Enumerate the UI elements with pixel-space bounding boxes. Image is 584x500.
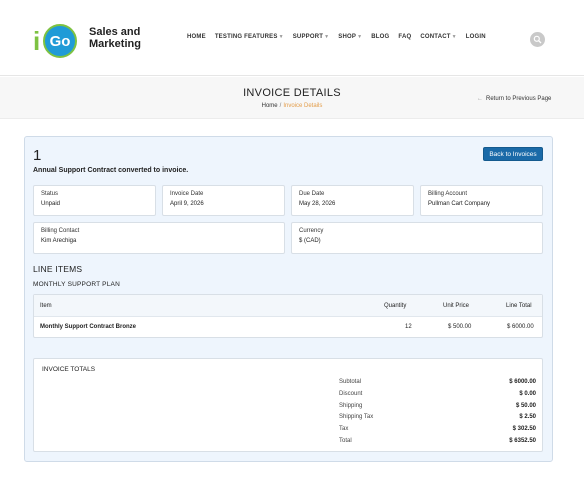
site-header: i Go Sales and Marketing HOME TESTING FE…	[0, 0, 584, 76]
nav-item-label: BLOG	[371, 34, 390, 40]
totals-row-total: Total $ 6352.50	[339, 438, 536, 449]
chevron-down-icon: ▼	[357, 34, 363, 40]
totals-value: $ 6000.00	[509, 379, 536, 385]
nav-item-support[interactable]: SUPPORT▼	[293, 34, 330, 40]
nav-item-label: HOME	[187, 34, 206, 40]
totals-row-shipping-tax: Shipping Tax $ 2.50	[339, 414, 536, 425]
return-to-previous-label: Return to Previous Page	[486, 96, 552, 102]
logo-line-2: Marketing	[89, 38, 141, 50]
arrow-left-icon: ←	[477, 96, 483, 102]
totals-value: $ 0.00	[519, 391, 536, 397]
logo-badge: Go	[43, 24, 77, 58]
invoice-totals-card: INVOICE TOTALS Subtotal $ 6000.00 Discou…	[33, 358, 543, 452]
status-label: Status	[41, 191, 59, 197]
logo-wordmark: Sales and Marketing	[89, 26, 141, 50]
billing-contact-card: Billing Contact Kim Arechiga	[33, 222, 285, 254]
status-card: Status Unpaid	[33, 185, 156, 216]
logo-letter: i	[33, 26, 41, 56]
chevron-down-icon: ▼	[278, 34, 284, 40]
billing-account-value: Pullman Cart Company	[428, 201, 491, 207]
totals-row-subtotal: Subtotal $ 6000.00	[339, 379, 536, 390]
search-button[interactable]	[530, 32, 545, 47]
nav-item-label: CONTACT	[420, 34, 451, 40]
nav-item-home[interactable]: HOME	[187, 34, 206, 40]
row-unit-price: $ 500.00	[448, 324, 472, 330]
nav-item-label: SUPPORT	[292, 34, 324, 40]
invoice-date-card: Invoice Date April 9, 2026	[162, 185, 285, 216]
due-date-card: Due Date May 28, 2026	[291, 185, 414, 216]
chevron-down-icon: ▼	[324, 34, 330, 40]
currency-value: $ (CAD)	[299, 238, 321, 244]
breadcrumb-current: Invoice Details	[283, 103, 323, 109]
billing-account-label: Billing Account	[428, 191, 468, 197]
totals-row-tax: Tax $ 302.50	[339, 426, 536, 437]
currency-card: Currency $ (CAD)	[291, 222, 543, 254]
row-item: Monthly Support Contract Bronze	[40, 324, 136, 330]
search-icon	[533, 35, 542, 44]
totals-label: Shipping Tax	[339, 414, 374, 420]
chevron-down-icon: ▼	[451, 34, 457, 40]
breadcrumb-home[interactable]: Home	[262, 103, 278, 109]
site-logo[interactable]: i Go Sales and Marketing	[33, 22, 153, 62]
nav-item-label: TESTING FEATURES	[214, 34, 278, 40]
logo-go-text: Go	[49, 32, 71, 50]
due-date-label: Due Date	[299, 191, 325, 197]
logo-line-1: Sales and	[89, 26, 141, 38]
invoice-description: Annual Support Contract converted to inv…	[33, 167, 189, 174]
invoice-number: 1	[33, 147, 42, 164]
totals-row-discount: Discount $ 0.00	[339, 391, 536, 402]
column-header-line-total: Line Total	[506, 302, 532, 309]
billing-account-card: Billing Account Pullman Cart Company	[420, 185, 543, 216]
invoice-date-label: Invoice Date	[170, 191, 204, 197]
invoice-date-value: April 9, 2026	[170, 201, 204, 207]
totals-label: Tax	[339, 426, 349, 432]
row-quantity: 12	[405, 324, 412, 330]
totals-row-shipping: Shipping $ 50.00	[339, 403, 536, 414]
return-to-previous-link[interactable]: ← Return to Previous Page	[477, 96, 551, 102]
nav-item-faq[interactable]: FAQ	[398, 34, 411, 40]
status-value: Unpaid	[41, 201, 61, 207]
table-header: Item Quantity Unit Price Line Total	[34, 295, 542, 317]
nav-item-shop[interactable]: SHOP▼	[338, 34, 362, 40]
totals-value: $ 6352.50	[509, 438, 536, 444]
breadcrumb: Home / Invoice Details	[0, 103, 584, 109]
breadcrumb-separator: /	[279, 103, 282, 109]
totals-label: Subtotal	[339, 379, 362, 385]
currency-label: Currency	[299, 228, 324, 234]
due-date-value: May 28, 2026	[299, 201, 336, 207]
nav-item-login[interactable]: LOGIN	[466, 34, 486, 40]
column-header-quantity: Quantity	[384, 302, 407, 309]
main-nav: HOME TESTING FEATURES▼ SUPPORT▼ SHOP▼ BL…	[187, 34, 495, 40]
billing-contact-label: Billing Contact	[41, 228, 80, 234]
line-items-group-heading: MONTHLY SUPPORT PLAN	[33, 281, 120, 288]
column-header-item: Item	[40, 302, 52, 309]
nav-item-contact[interactable]: CONTACT▼	[420, 34, 456, 40]
totals-value: $ 2.50	[519, 414, 536, 420]
nav-item-label: LOGIN	[465, 34, 486, 40]
invoice-totals-heading: INVOICE TOTALS	[42, 366, 96, 373]
nav-item-testing-features[interactable]: TESTING FEATURES▼	[215, 34, 284, 40]
column-header-unit-price: Unit Price	[443, 302, 470, 309]
totals-label: Total	[339, 438, 352, 444]
nav-item-label: FAQ	[398, 34, 412, 40]
nav-item-label: SHOP	[338, 34, 357, 40]
invoice-panel: 1 Annual Support Contract converted to i…	[24, 136, 553, 462]
totals-value: $ 50.00	[515, 403, 536, 409]
table-row: Monthly Support Contract Bronze 12 $ 500…	[34, 317, 542, 337]
totals-label: Shipping	[339, 403, 363, 409]
line-items-heading: LINE ITEMS	[33, 264, 83, 274]
nav-item-blog[interactable]: BLOG	[371, 34, 389, 40]
totals-label: Discount	[339, 391, 363, 397]
billing-contact-value: Kim Arechiga	[41, 238, 77, 244]
line-items-table: Item Quantity Unit Price Line Total Mont…	[33, 294, 543, 338]
row-line-total: $ 6000.00	[507, 324, 534, 330]
back-to-invoices-button[interactable]: Back to Invoices	[483, 147, 543, 161]
totals-value: $ 302.50	[512, 426, 536, 432]
